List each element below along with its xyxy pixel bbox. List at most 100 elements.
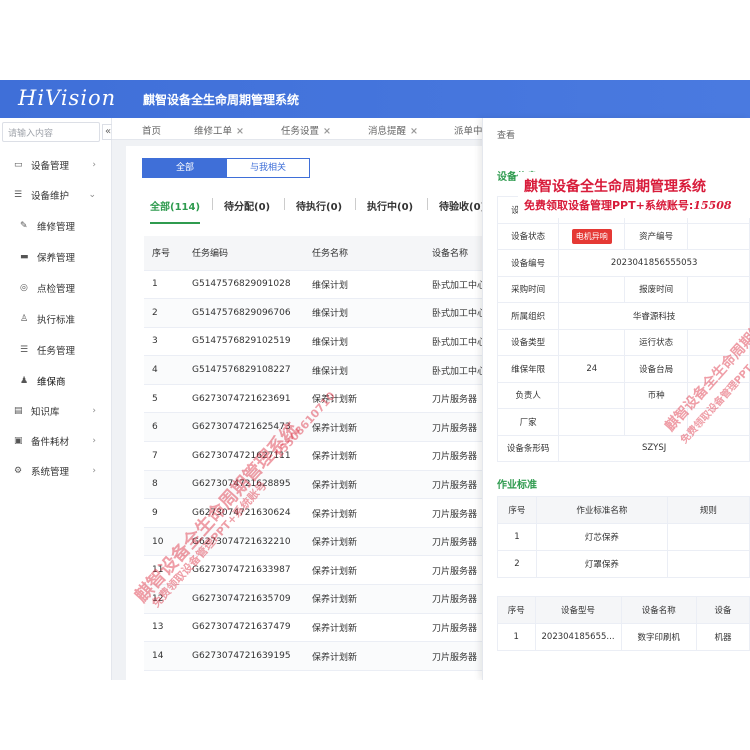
wrench-icon: ✎ xyxy=(20,220,28,231)
column-header: 设备型号 xyxy=(534,596,622,624)
tab-repair-orders[interactable]: 维修工单 × xyxy=(194,123,244,137)
table-row[interactable]: 2 G5147576829096706 维保计划 卧式加工中心 xyxy=(144,298,504,328)
status-tab-acceptance[interactable]: 待验收(0) xyxy=(439,198,485,213)
table-row[interactable]: 3 G5147576829102519 维保计划 卧式加工中心 xyxy=(144,327,504,357)
table-cell: 灯芯保养 xyxy=(535,523,668,551)
column-header[interactable]: 序号 xyxy=(144,236,184,271)
table-cell: 6 xyxy=(144,412,184,443)
table-row[interactable]: 1 G5147576829091028 维保计划 卧式加工中心 xyxy=(144,270,504,300)
sidebar-item-standard[interactable]: ♙ 执行标准 xyxy=(0,303,112,334)
tool-icon: ▬ xyxy=(20,251,29,262)
search-input[interactable]: 请输入内容 xyxy=(2,122,100,142)
table-cell: 机器 xyxy=(695,623,750,651)
tab-messages[interactable]: 消息提醒 × xyxy=(368,123,418,137)
close-icon[interactable]: × xyxy=(236,126,244,137)
divider xyxy=(427,198,428,210)
info-value: 电机异响 xyxy=(558,222,626,250)
sidebar-item-label: 维保商 xyxy=(37,376,66,388)
sidebar-item-spare-parts[interactable]: ▣ 备件耗材 › xyxy=(0,426,112,456)
table-row[interactable]: 13 G6273074721637479 保养计划新 刀片服务器 xyxy=(144,613,504,643)
tab-home[interactable]: 首页 xyxy=(142,123,161,137)
table-row[interactable]: 8 G6273074721628895 保养计划新 刀片服务器 xyxy=(144,470,504,500)
filter-all-button[interactable]: 全部 xyxy=(143,159,227,177)
table-row[interactable]: 1 灯芯保养 xyxy=(497,523,750,551)
column-header: 设备 xyxy=(695,596,750,624)
panel-title: 查看 xyxy=(497,131,516,141)
sidebar-item-label: 执行标准 xyxy=(37,314,76,326)
table-row[interactable]: 12 G6273074721635709 保养计划新 刀片服务器 xyxy=(144,584,504,614)
sidebar-item-label: 任务管理 xyxy=(37,345,76,357)
logo: HiVision xyxy=(18,86,117,110)
filter-mine-button[interactable]: 与我相关 xyxy=(227,159,309,177)
status-tab-unassigned[interactable]: 待分配(0) xyxy=(224,198,270,213)
table-cell: 9 xyxy=(144,498,184,528)
table-cell: 3 xyxy=(144,327,184,357)
table-cell: G6273074721637479 xyxy=(184,613,304,643)
sidebar-item-task[interactable]: ☰ 任务管理 xyxy=(0,334,112,365)
table-row[interactable]: 9 G6273074721630624 保养计划新 刀片服务器 xyxy=(144,498,504,528)
sidebar-item-vendor[interactable]: ♟ 维保商 xyxy=(0,365,112,396)
table-cell: 维保计划 xyxy=(304,327,424,357)
chevron-right-icon: › xyxy=(92,466,96,476)
sidebar-item-inspection[interactable]: ◎ 点检管理 xyxy=(0,272,112,303)
sidebar-item-device-maintenance[interactable]: ☰ 设备维护 ⌄ xyxy=(0,180,112,210)
work-standard-title: 作业标准 xyxy=(497,480,537,491)
sidebar-menu: ▭ 设备管理 › ☰ 设备维护 ⌄ ✎ 维修管理 ▬ 保养管理 ◎ 点检管理 ♙… xyxy=(0,150,112,486)
info-key: 资产编号 xyxy=(624,222,688,250)
info-key: 币种 xyxy=(624,381,688,409)
table-cell xyxy=(666,523,750,551)
table-cell: 保养计划新 xyxy=(304,555,424,586)
app-title: 麒智设备全生命周期管理系统 xyxy=(143,93,300,107)
status-tab-pending[interactable]: 待执行(0) xyxy=(296,198,342,213)
promo-phone: 15508 xyxy=(693,199,732,212)
info-row: 采购时间 报废时间 xyxy=(496,275,750,303)
device-info-table: 设备分类机房设备设备位置设备状态电机异响资产编号设备编号202304185655… xyxy=(496,196,750,462)
user-icon: ♙ xyxy=(20,313,29,324)
divider xyxy=(212,198,213,210)
sidebar-item-label: 知识库 xyxy=(31,407,60,418)
chevron-down-icon: ⌄ xyxy=(88,190,96,200)
table-cell: 灯罩保养 xyxy=(535,550,668,578)
table-cell: G6273074721639195 xyxy=(184,641,304,671)
table-cell: 保养计划新 xyxy=(304,384,424,414)
column-header: 序号 xyxy=(497,496,537,524)
table-row[interactable]: 6 G6273074721625473 保养计划新 刀片服务器 xyxy=(144,412,504,443)
tab-dispatching[interactable]: 派单中 xyxy=(454,123,483,137)
column-header[interactable]: 任务名称 xyxy=(304,236,424,271)
info-key: 设备状态 xyxy=(496,222,560,250)
table-row[interactable]: 14 G6273074721639195 保养计划新 刀片服务器 xyxy=(144,641,504,671)
column-header[interactable]: 任务编码 xyxy=(184,236,304,271)
sidebar-item-knowledge[interactable]: ▤ 知识库 › xyxy=(0,396,112,426)
info-key: 负责人 xyxy=(496,381,560,409)
table-cell: G5147576829091028 xyxy=(184,270,304,300)
sidebar-item-label: 点检管理 xyxy=(37,283,76,295)
info-value: 2023041856555053 xyxy=(558,249,750,277)
table-row[interactable]: 4 G5147576829108227 维保计划 卧式加工中心 xyxy=(144,355,504,385)
promo-subtitle: 免费领取设备管理PPT+系统账号:15508 xyxy=(524,199,732,212)
status-tab-all[interactable]: 全部(114) xyxy=(150,198,200,213)
sidebar-item-device-management[interactable]: ▭ 设备管理 › xyxy=(0,150,112,180)
sidebar-item-upkeep[interactable]: ▬ 保养管理 xyxy=(0,241,112,272)
tab-task-settings[interactable]: 任务设置 × xyxy=(281,123,331,137)
sidebar-item-system[interactable]: ⚙ 系统管理 › xyxy=(0,456,112,486)
table-row[interactable]: 5 G6273074721623691 保养计划新 刀片服务器 xyxy=(144,384,504,414)
table-row[interactable]: 2 灯罩保养 xyxy=(497,550,750,578)
table-row[interactable]: 1 202304185655... 数字印刷机 机器 xyxy=(497,623,750,651)
table-cell: 保养计划新 xyxy=(304,584,424,614)
table-row[interactable]: 11 G6273074721633987 保养计划新 刀片服务器 xyxy=(144,555,504,586)
info-key: 设备类型 xyxy=(496,328,560,356)
table-cell: G6273074721625473 xyxy=(184,412,304,443)
sidebar-item-repair[interactable]: ✎ 维修管理 xyxy=(0,210,112,241)
close-icon[interactable]: × xyxy=(410,126,418,137)
status-tab-in-progress[interactable]: 执行中(0) xyxy=(367,198,413,213)
close-icon[interactable]: × xyxy=(323,126,331,137)
table-cell: 1 xyxy=(497,523,537,551)
table-row[interactable]: 7 G6273074721627111 保养计划新 刀片服务器 xyxy=(144,441,504,471)
work-standard-table: 序号 作业标准名称 规则 1 灯芯保养 2 灯罩保养 xyxy=(497,496,750,578)
info-row: 设备状态 电机异响 资产编号 xyxy=(496,222,750,250)
table-cell: 10 xyxy=(144,527,184,557)
info-value xyxy=(686,222,750,250)
table-cell: 保养计划新 xyxy=(304,441,424,471)
table-row[interactable]: 10 G6273074721632210 保养计划新 刀片服务器 xyxy=(144,527,504,557)
table-header-row: 序号 设备型号 设备名称 设备 xyxy=(497,596,750,624)
